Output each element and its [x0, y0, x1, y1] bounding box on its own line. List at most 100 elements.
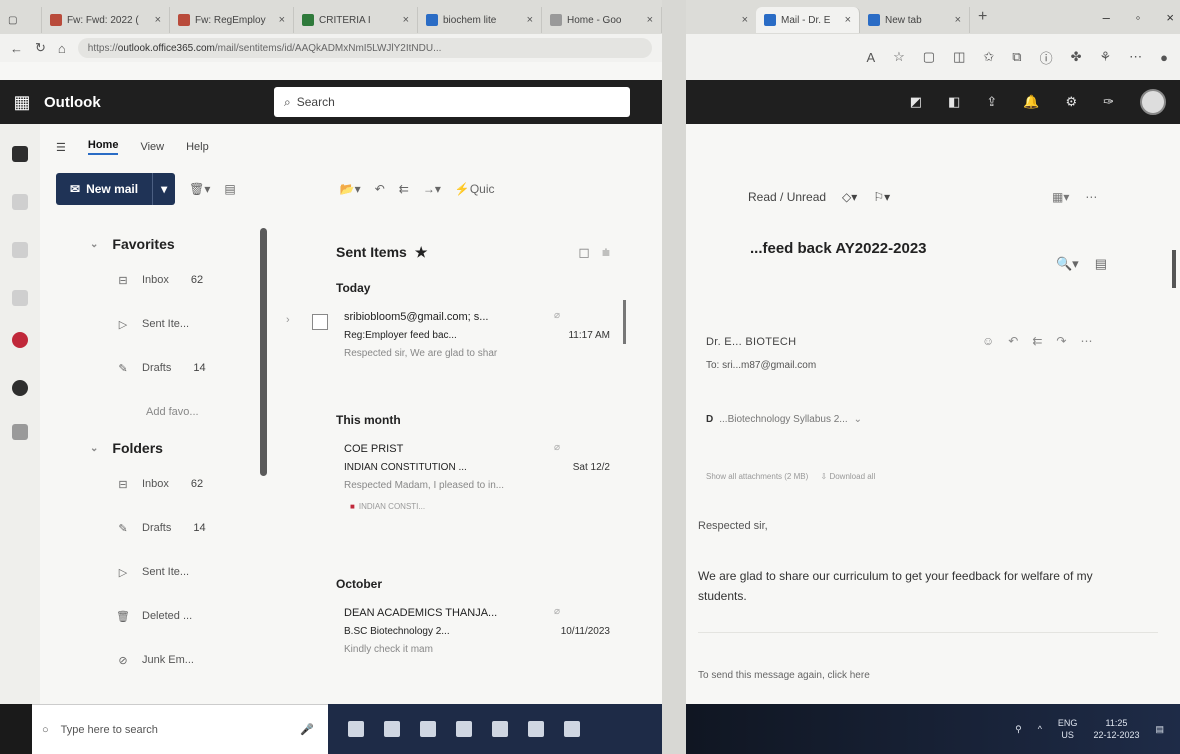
- attachment-chip[interactable]: ■ INDIAN CONSTI...: [350, 502, 425, 511]
- back-icon[interactable]: ←: [10, 41, 23, 56]
- view-settings-icon[interactable]: ▦▾: [1052, 190, 1069, 204]
- browser-tab-1[interactable]: Fw: RegEmploy ×: [170, 7, 294, 33]
- forward-icon[interactable]: ↷: [1056, 334, 1066, 348]
- reply-icon[interactable]: ↶: [1008, 334, 1018, 348]
- people-icon[interactable]: ⚲: [1015, 724, 1022, 735]
- taskbar-search[interactable]: ○ Type here to search 🎤: [32, 704, 328, 754]
- move-to-icon[interactable]: 📂▾: [340, 182, 361, 196]
- chevron-down-icon[interactable]: ▾: [152, 173, 175, 205]
- windows-start-button[interactable]: [0, 704, 32, 754]
- close-tab-icon[interactable]: ×: [279, 14, 285, 26]
- zoom-icon[interactable]: 🔍▾: [1056, 256, 1079, 272]
- avatar[interactable]: [1140, 89, 1166, 115]
- clock[interactable]: 11:25 22-12-2023: [1093, 717, 1139, 741]
- folder-scrollbar[interactable]: [260, 228, 267, 476]
- language-indicator[interactable]: ENG US: [1058, 717, 1078, 741]
- people-app-icon[interactable]: [12, 242, 28, 258]
- microphone-icon[interactable]: 🎤: [300, 723, 314, 736]
- browser-tab-0[interactable]: Fw: Fwd: 2022 (×: [42, 7, 170, 33]
- folders-header[interactable]: ⌄ Folders: [90, 434, 262, 462]
- send-again-note[interactable]: To send this message again, click here: [698, 670, 870, 681]
- email-sender[interactable]: Dr. E... BIOTECH: [706, 336, 796, 348]
- read-unread-button[interactable]: Read / Unread: [748, 190, 826, 204]
- close-tab-icon[interactable]: ×: [647, 14, 653, 26]
- notes-icon[interactable]: [564, 721, 580, 737]
- gear-icon[interactable]: ⚙: [1065, 94, 1077, 110]
- bell-icon[interactable]: 🔔: [1023, 94, 1039, 110]
- download-all-link[interactable]: Download all: [829, 472, 875, 481]
- minimize-icon[interactable]: –: [1103, 10, 1110, 25]
- groups-app-icon[interactable]: [12, 290, 28, 306]
- add-favorite-link[interactable]: Add favo...: [90, 390, 262, 434]
- store-icon[interactable]: [456, 721, 472, 737]
- teams-icon[interactable]: ◩: [910, 94, 922, 110]
- close-tab-icon[interactable]: ×: [742, 14, 748, 26]
- favorites-icon[interactable]: ✩: [983, 49, 994, 65]
- home-icon[interactable]: ⌂: [58, 41, 66, 56]
- chevron-right-icon[interactable]: ›: [286, 314, 290, 326]
- folder-icon[interactable]: [492, 721, 508, 737]
- folder-inbox[interactable]: ⊟ Inbox 62: [90, 462, 262, 506]
- app-launcher-icon[interactable]: ▦: [0, 92, 44, 113]
- truncated-tab[interactable]: ×: [686, 7, 756, 33]
- reply-all-icon[interactable]: ⇇: [399, 182, 409, 196]
- message-item[interactable]: ⌀ COE PRIST INDIAN CONSTITUTION ... Sat 1…: [300, 440, 640, 564]
- feedback-icon[interactable]: ✑: [1103, 94, 1114, 110]
- browser-essentials-icon[interactable]: ⓘ: [1040, 48, 1053, 67]
- close-tab-icon[interactable]: ×: [955, 14, 961, 26]
- todo-app-icon[interactable]: [12, 332, 28, 348]
- close-tab-icon[interactable]: ×: [403, 14, 409, 26]
- edge-icon[interactable]: [420, 721, 436, 737]
- split-screen-icon[interactable]: ◫: [953, 49, 965, 65]
- reply-icon[interactable]: ↶: [375, 182, 385, 196]
- read-aloud-icon[interactable]: A: [866, 50, 875, 65]
- select-all-icon[interactable]: ◻: [578, 244, 590, 261]
- favorites-header[interactable]: ⌄ Favorites: [90, 230, 262, 258]
- close-window-icon[interactable]: ×: [1166, 10, 1174, 25]
- list-scrollbar[interactable]: [623, 300, 626, 344]
- attachment-card[interactable]: D ...Biotechnology Syllabus 2... ⌄: [706, 414, 862, 425]
- download-icon[interactable]: ⇩: [821, 472, 828, 481]
- tab-home[interactable]: Home: [87, 139, 119, 155]
- tab-help[interactable]: Help: [186, 141, 209, 153]
- collections-icon[interactable]: ⧉: [1012, 49, 1021, 65]
- favorite-icon[interactable]: ☆: [893, 49, 905, 65]
- task-view-icon[interactable]: [348, 721, 364, 737]
- refresh-icon[interactable]: ↻: [35, 40, 46, 56]
- onedrive-app-icon[interactable]: [12, 380, 28, 396]
- reply-all-icon[interactable]: ⇇: [1032, 334, 1042, 348]
- delete-icon[interactable]: 🗑▾: [189, 182, 210, 196]
- filter-icon[interactable]: ⩧: [602, 244, 610, 261]
- message-item[interactable]: ⌀ DEAN ACADEMICS THANJA... B.SC Biotechn…: [300, 604, 640, 696]
- tag-icon[interactable]: ◇▾: [842, 190, 857, 204]
- browser-tab-3[interactable]: biochem lite ×: [418, 7, 542, 33]
- profile-icon[interactable]: ●: [1160, 50, 1168, 65]
- browser-tab-new[interactable]: New tab ×: [860, 7, 970, 33]
- maximize-icon[interactable]: ◦: [1136, 10, 1141, 25]
- browser-tab-4[interactable]: Home - Goo ×: [542, 7, 662, 33]
- section-header[interactable]: This month: [300, 400, 640, 440]
- close-tab-icon[interactable]: ×: [527, 14, 533, 26]
- more-icon[interactable]: ⋯: [1129, 49, 1142, 65]
- forward-icon[interactable]: →▾: [423, 182, 441, 196]
- folder-drafts[interactable]: ✎ Drafts 14: [90, 506, 262, 550]
- address-bar[interactable]: https://outlook.office365.com/mail/senti…: [77, 38, 652, 58]
- folder-deleted[interactable]: 🗑 Deleted ...: [90, 594, 262, 638]
- mail-app-icon[interactable]: [12, 146, 28, 162]
- reading-scrollbar[interactable]: [1172, 250, 1176, 288]
- office-icon[interactable]: ◧: [948, 94, 960, 110]
- favorite-star-icon[interactable]: ★: [415, 244, 428, 261]
- quick-steps-button[interactable]: ⚡Quic: [455, 182, 495, 196]
- new-mail-button[interactable]: ✉ New mail ▾: [56, 173, 176, 205]
- section-header[interactable]: Today: [300, 268, 640, 308]
- emoji-react-icon[interactable]: ☺: [982, 334, 994, 348]
- folder-sent[interactable]: ▷ Sent Ite...: [90, 550, 262, 594]
- sidebar-toggle-icon[interactable]: ▢: [8, 15, 17, 26]
- more-icon[interactable]: ⋯: [1080, 334, 1092, 348]
- tab-view[interactable]: View: [140, 141, 164, 153]
- extensions-icon[interactable]: ✤: [1071, 49, 1082, 65]
- message-checkbox[interactable]: [312, 314, 328, 330]
- window-controls[interactable]: ▢: [0, 7, 42, 33]
- chevron-up-icon[interactable]: ^: [1038, 724, 1042, 734]
- notification-icon[interactable]: ▤: [1155, 724, 1164, 735]
